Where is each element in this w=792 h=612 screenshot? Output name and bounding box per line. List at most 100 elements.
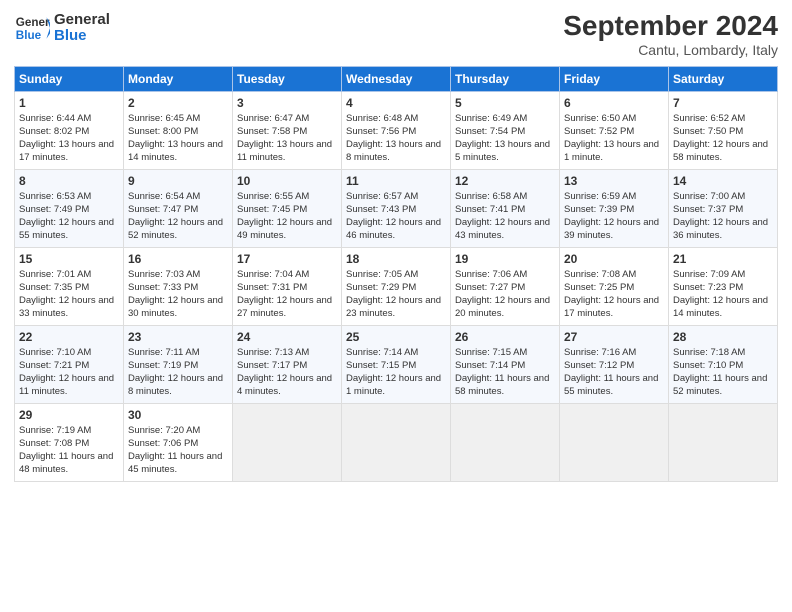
day-number: 18 bbox=[346, 251, 446, 267]
sunrise: Sunrise: 7:08 AM bbox=[564, 269, 636, 280]
sunrise: Sunrise: 7:14 AM bbox=[346, 347, 418, 358]
sunset: Sunset: 7:21 PM bbox=[19, 360, 89, 371]
table-row bbox=[451, 404, 560, 482]
table-row: 8 Sunrise: 6:53 AM Sunset: 7:49 PM Daylight… bbox=[15, 170, 124, 248]
daylight: Daylight: 13 hours and 14 minutes. bbox=[128, 139, 223, 163]
day-number: 26 bbox=[455, 329, 555, 345]
daylight: Daylight: 12 hours and 36 minutes. bbox=[673, 217, 768, 241]
sunrise: Sunrise: 7:00 AM bbox=[673, 191, 745, 202]
sunset: Sunset: 7:43 PM bbox=[346, 204, 416, 215]
daylight: Daylight: 11 hours and 52 minutes. bbox=[673, 373, 767, 397]
table-row: 23Sunrise: 7:11 AMSunset: 7:19 PMDayligh… bbox=[124, 326, 233, 404]
sunrise: Sunrise: 7:15 AM bbox=[455, 347, 527, 358]
sunrise: Sunrise: 7:04 AM bbox=[237, 269, 309, 280]
sunrise: Sunrise: 7:06 AM bbox=[455, 269, 527, 280]
sunrise: Sunrise: 6:48 AM bbox=[346, 113, 418, 124]
daylight: Daylight: 12 hours and 55 minutes. bbox=[19, 217, 114, 241]
table-row: 9Sunrise: 6:54 AMSunset: 7:47 PMDaylight… bbox=[124, 170, 233, 248]
weekday-header-row: Sunday Monday Tuesday Wednesday Thursday… bbox=[15, 67, 778, 92]
day-number: 3 bbox=[237, 95, 337, 111]
sunrise: Sunrise: 6:49 AM bbox=[455, 113, 527, 124]
daylight: Daylight: 11 hours and 58 minutes. bbox=[455, 373, 549, 397]
month-title: September 2024 bbox=[563, 10, 778, 42]
sunset: Sunset: 7:52 PM bbox=[564, 126, 634, 137]
table-row: 21Sunrise: 7:09 AMSunset: 7:23 PMDayligh… bbox=[669, 248, 778, 326]
table-row: 7Sunrise: 6:52 AMSunset: 7:50 PMDaylight… bbox=[669, 92, 778, 170]
header-sunday: Sunday bbox=[15, 67, 124, 92]
table-row: 3Sunrise: 6:47 AMSunset: 7:58 PMDaylight… bbox=[233, 92, 342, 170]
sunrise: Sunrise: 7:11 AM bbox=[128, 347, 200, 358]
day-number: 24 bbox=[237, 329, 337, 345]
table-row bbox=[669, 404, 778, 482]
sunrise: Sunrise: 7:01 AM bbox=[19, 269, 91, 280]
daylight: Daylight: 12 hours and 43 minutes. bbox=[455, 217, 550, 241]
page-container: General Blue General Blue September 2024… bbox=[0, 0, 792, 492]
sunset: Sunset: 7:23 PM bbox=[673, 282, 743, 293]
sunrise: Sunrise: 6:59 AM bbox=[564, 191, 636, 202]
sunset: Sunset: 7:50 PM bbox=[673, 126, 743, 137]
sunrise: Sunrise: 6:55 AM bbox=[237, 191, 309, 202]
sunrise: Sunrise: 6:54 AM bbox=[128, 191, 200, 202]
day-number: 7 bbox=[673, 95, 773, 111]
calendar-week-row: 22Sunrise: 7:10 AMSunset: 7:21 PMDayligh… bbox=[15, 326, 778, 404]
day-number: 8 bbox=[19, 173, 119, 189]
table-row: 27Sunrise: 7:16 AMSunset: 7:12 PMDayligh… bbox=[560, 326, 669, 404]
day-number: 13 bbox=[564, 173, 664, 189]
daylight: Daylight: 12 hours and 11 minutes. bbox=[19, 373, 114, 397]
table-row bbox=[342, 404, 451, 482]
sunset: Sunset: 7:39 PM bbox=[564, 204, 634, 215]
sunrise: Sunrise: 7:03 AM bbox=[128, 269, 200, 280]
sunrise: Sunrise: 6:53 AM bbox=[19, 191, 91, 202]
day-number: 16 bbox=[128, 251, 228, 267]
sunrise: Sunrise: 7:09 AM bbox=[673, 269, 745, 280]
sunset: Sunset: 7:54 PM bbox=[455, 126, 525, 137]
day-number: 15 bbox=[19, 251, 119, 267]
sunset: Sunset: 7:47 PM bbox=[128, 204, 198, 215]
header-saturday: Saturday bbox=[669, 67, 778, 92]
daylight: Daylight: 11 hours and 48 minutes. bbox=[19, 451, 113, 475]
calendar-table: Sunday Monday Tuesday Wednesday Thursday… bbox=[14, 66, 778, 482]
sunset: Sunset: 7:45 PM bbox=[237, 204, 307, 215]
calendar-week-row: 15Sunrise: 7:01 AMSunset: 7:35 PMDayligh… bbox=[15, 248, 778, 326]
table-row: 30Sunrise: 7:20 AMSunset: 7:06 PMDayligh… bbox=[124, 404, 233, 482]
daylight: Daylight: 11 hours and 55 minutes. bbox=[564, 373, 658, 397]
logo-blue-text: Blue bbox=[54, 28, 110, 45]
daylight: Daylight: 12 hours and 33 minutes. bbox=[19, 295, 114, 319]
day-number: 19 bbox=[455, 251, 555, 267]
sunset: Sunset: 7:27 PM bbox=[455, 282, 525, 293]
sunset: Sunset: 7:33 PM bbox=[128, 282, 198, 293]
table-row: 26 Sunrise: 7:15 AM Sunset: 7:14 PM Dayligh… bbox=[451, 326, 560, 404]
sunrise: Sunrise: 6:58 AM bbox=[455, 191, 527, 202]
svg-text:General: General bbox=[16, 16, 50, 29]
sunset: Sunset: 7:49 PM bbox=[19, 204, 89, 215]
table-row: 1Sunrise: 6:44 AMSunset: 8:02 PMDaylight… bbox=[15, 92, 124, 170]
table-row bbox=[560, 404, 669, 482]
day-number: 22 bbox=[19, 329, 119, 345]
day-number: 11 bbox=[346, 173, 446, 189]
sunset: Sunset: 7:19 PM bbox=[128, 360, 198, 371]
table-row: 5Sunrise: 6:49 AMSunset: 7:54 PMDaylight… bbox=[451, 92, 560, 170]
daylight: Daylight: 13 hours and 8 minutes. bbox=[346, 139, 441, 163]
day-number: 2 bbox=[128, 95, 228, 111]
table-row: 4Sunrise: 6:48 AMSunset: 7:56 PMDaylight… bbox=[342, 92, 451, 170]
daylight: Daylight: 13 hours and 1 minute. bbox=[564, 139, 659, 163]
sunset: Sunset: 7:37 PM bbox=[673, 204, 743, 215]
header-wednesday: Wednesday bbox=[342, 67, 451, 92]
day-number: 23 bbox=[128, 329, 228, 345]
sunset: Sunset: 7:25 PM bbox=[564, 282, 634, 293]
daylight: Daylight: 13 hours and 11 minutes. bbox=[237, 139, 332, 163]
sunset: Sunset: 7:31 PM bbox=[237, 282, 307, 293]
sunset: Sunset: 7:10 PM bbox=[673, 360, 743, 371]
sunset: Sunset: 8:02 PM bbox=[19, 126, 89, 137]
table-row: 19Sunrise: 7:06 AMSunset: 7:27 PMDayligh… bbox=[451, 248, 560, 326]
sunset: Sunset: 7:12 PM bbox=[564, 360, 634, 371]
day-number: 30 bbox=[128, 407, 228, 423]
sunset: Sunset: 7:29 PM bbox=[346, 282, 416, 293]
sunrise: Sunrise: 6:47 AM bbox=[237, 113, 309, 124]
sunset: Sunset: 7:14 PM bbox=[455, 360, 525, 371]
daylight: Daylight: 12 hours and 52 minutes. bbox=[128, 217, 223, 241]
daylight: Daylight: 12 hours and 23 minutes. bbox=[346, 295, 441, 319]
day-number: 27 bbox=[564, 329, 664, 345]
daylight: Daylight: 12 hours and 49 minutes. bbox=[237, 217, 332, 241]
table-row: 11Sunrise: 6:57 AMSunset: 7:43 PMDayligh… bbox=[342, 170, 451, 248]
